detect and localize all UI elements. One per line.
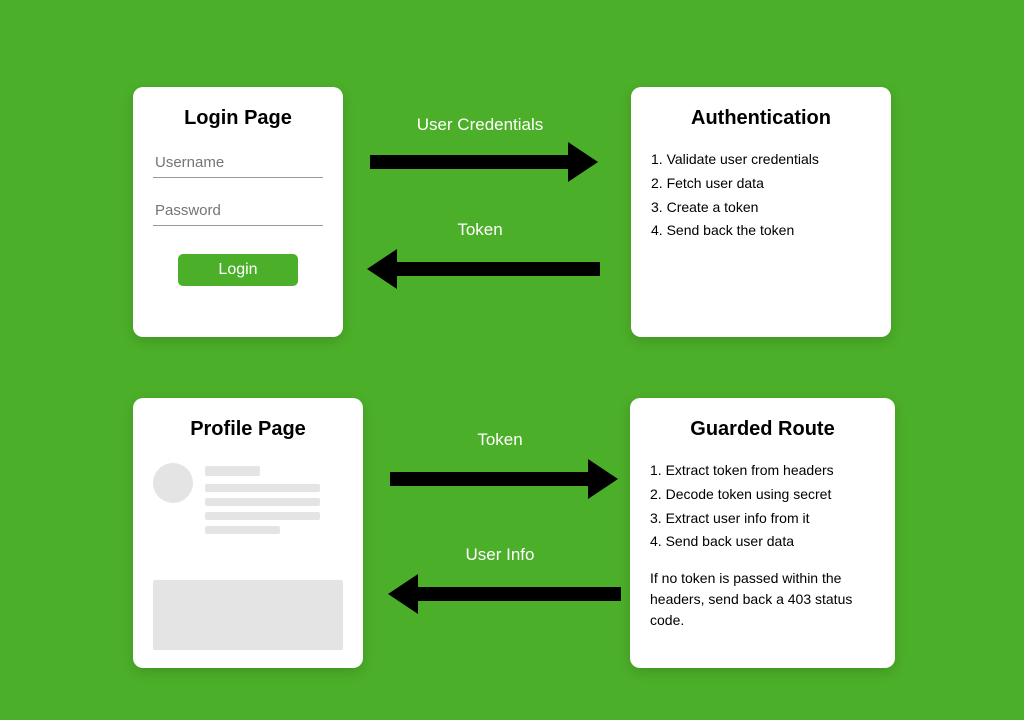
avatar-placeholder <box>153 463 193 503</box>
auth-step: Validate user credentials <box>651 148 871 172</box>
guarded-title: Guarded Route <box>650 418 875 441</box>
skeleton-line <box>205 526 280 534</box>
auth-step: Fetch user data <box>651 172 871 196</box>
skeleton-line <box>205 466 260 476</box>
skeleton-line <box>205 512 320 520</box>
login-button[interactable]: Login <box>178 254 298 286</box>
skeleton-block <box>153 580 343 650</box>
auth-title: Authentication <box>651 107 871 130</box>
login-page-card: Login Page Login <box>133 87 343 337</box>
guarded-step: Decode token using secret <box>650 483 875 507</box>
profile-page-card: Profile Page <box>133 398 363 668</box>
guarded-step: Extract user info from it <box>650 507 875 531</box>
auth-step: Send back the token <box>651 219 871 243</box>
skeleton-line <box>205 484 320 492</box>
arrow-label-token-back: Token <box>370 220 590 240</box>
password-input[interactable] <box>153 196 323 226</box>
arrow-label-userinfo: User Info <box>390 545 610 565</box>
arrow-label-token-send: Token <box>390 430 610 450</box>
auth-steps: Validate user credentials Fetch user dat… <box>651 148 871 243</box>
guarded-note: If no token is passed within the headers… <box>650 568 875 631</box>
login-title: Login Page <box>153 107 323 130</box>
authentication-card: Authentication Validate user credentials… <box>631 87 891 337</box>
guarded-step: Extract token from headers <box>650 459 875 483</box>
skeleton-line <box>205 498 320 506</box>
profile-title: Profile Page <box>153 418 343 441</box>
username-input[interactable] <box>153 148 323 178</box>
guarded-route-card: Guarded Route Extract token from headers… <box>630 398 895 668</box>
auth-step: Create a token <box>651 196 871 220</box>
arrow-label-credentials: User Credentials <box>370 115 590 135</box>
guarded-steps: Extract token from headers Decode token … <box>650 459 875 554</box>
guarded-step: Send back user data <box>650 530 875 554</box>
